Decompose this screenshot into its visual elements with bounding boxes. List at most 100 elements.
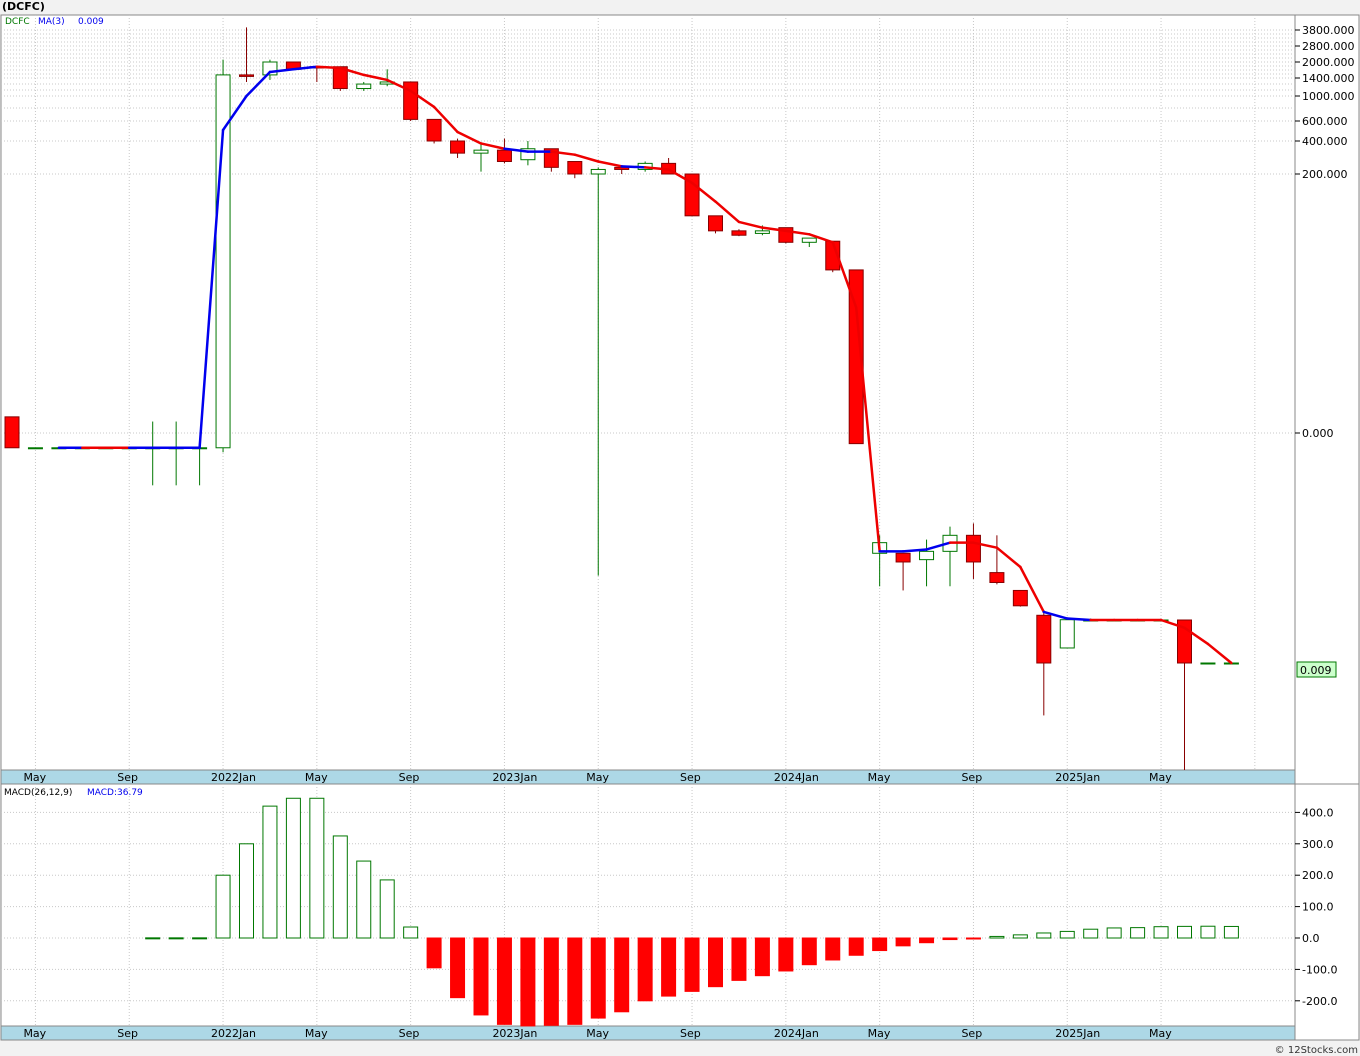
macd-bar	[332, 835, 348, 939]
x-tick-label: Sep	[680, 771, 701, 784]
macd-bar	[1223, 925, 1239, 939]
macd-bar	[520, 937, 536, 1027]
symbol-label: DCFC	[5, 17, 30, 27]
macd-bar	[778, 937, 794, 972]
candle-body	[473, 149, 489, 154]
ma-segment	[620, 165, 647, 169]
macd-bar	[637, 937, 653, 1002]
candle-body	[4, 416, 20, 449]
macd-bar	[473, 937, 489, 1016]
x-tick-label: Sep	[117, 771, 138, 784]
macd-bar	[895, 937, 911, 947]
candle-body	[1059, 619, 1075, 649]
price-y-tick-label: 2800.000	[1302, 40, 1355, 53]
macd-bar	[919, 937, 935, 944]
price-y-tick-label: 3800.000	[1302, 24, 1355, 37]
macd-bar	[614, 937, 630, 1013]
macd-bar	[145, 937, 161, 940]
macd-y-tick-label: 300.0	[1302, 838, 1334, 851]
x-tick-label: Sep	[117, 1027, 138, 1040]
macd-bar	[285, 797, 301, 939]
candle-body	[590, 168, 606, 175]
x-tick-label: 2025Jan	[1055, 771, 1100, 784]
price-y-tick-label: 1400.000	[1302, 72, 1355, 85]
macd-bar	[379, 879, 395, 939]
macd-bar	[567, 937, 583, 1025]
x-tick-label: 2022Jan	[211, 1027, 256, 1040]
x-tick-label: May	[1149, 1027, 1172, 1040]
macd-bar	[848, 937, 864, 956]
candle-body	[356, 83, 372, 90]
candle-body	[496, 149, 512, 163]
macd-bar	[426, 937, 442, 969]
macd-bar	[989, 935, 1005, 939]
x-tick-label: May	[868, 1027, 891, 1040]
macd-bar	[1130, 927, 1146, 939]
ma-segment	[315, 65, 342, 70]
candle-body	[1012, 589, 1028, 607]
macd-bar	[1106, 927, 1122, 939]
candle-body	[965, 534, 981, 563]
ma-value: 0.009	[78, 17, 104, 27]
chart-svg: 3800.000 2800.000 2000.000 1400.000 1000.000…	[0, 14, 1360, 1041]
x-tick-label: Sep	[680, 1027, 701, 1040]
macd-bar	[1059, 930, 1075, 939]
macd-bar	[1177, 925, 1192, 939]
x-tick-label: 2024Jan	[774, 771, 819, 784]
macd-y-tick-label: -200.0	[1302, 995, 1337, 1008]
macd-bar	[1012, 934, 1028, 939]
macd-bar	[215, 874, 231, 939]
macd-bar	[1036, 932, 1052, 939]
macd-bar	[168, 937, 184, 940]
macd-bar	[496, 937, 512, 1025]
macd-y-tick-label: 100.0	[1302, 901, 1334, 914]
candle-body	[426, 118, 442, 142]
candle-body	[989, 572, 1005, 583]
candle-body	[919, 550, 935, 561]
candle-body	[731, 230, 747, 236]
x-tick-label: May	[305, 771, 328, 784]
x-tick-label: May	[23, 1027, 46, 1040]
candle-body	[450, 140, 466, 154]
macd-bar	[825, 937, 841, 961]
candle-body	[801, 237, 817, 243]
macd-y-tick-label: 200.0	[1302, 869, 1334, 882]
macd-bar	[356, 860, 372, 939]
macd-bar	[403, 926, 419, 939]
x-tick-label: Sep	[399, 771, 420, 784]
x-tick-label: May	[586, 1027, 609, 1040]
macd-axis-bar	[0, 1025, 1296, 1041]
x-tick-label: May	[305, 1027, 328, 1040]
candle-body	[239, 74, 254, 77]
macd-bar	[262, 805, 278, 939]
macd-bar	[590, 937, 606, 1019]
macd-bar	[192, 937, 208, 940]
candle-body	[1200, 662, 1216, 665]
price-y-tick-label: 400.000	[1302, 135, 1348, 148]
macd-bar	[450, 937, 466, 999]
ma-label: MA(3)	[38, 17, 65, 27]
price-y-tick-label: 600.000	[1302, 115, 1348, 128]
x-tick-label: Sep	[961, 1027, 982, 1040]
price-axis-bar	[0, 769, 1296, 785]
macd-bar	[965, 937, 981, 940]
price-y-tick-label: 200.000	[1302, 168, 1348, 181]
candle-body	[895, 552, 911, 563]
price-panel	[0, 14, 1296, 771]
ma-segment	[1066, 617, 1092, 622]
macd-bar	[872, 937, 888, 952]
macd-bar	[239, 843, 254, 939]
macd-bar	[684, 937, 700, 992]
price-y-tick-label: 0.000	[1302, 427, 1334, 440]
x-tick-label: 2025Jan	[1055, 1027, 1100, 1040]
x-tick-label: 2024Jan	[774, 1027, 819, 1040]
macd-bar	[801, 937, 817, 966]
macd-value: MACD:36.79	[87, 788, 143, 798]
macd-label: MACD(26,12,9)	[4, 788, 72, 798]
macd-y-tick-label: 0.0	[1302, 932, 1320, 945]
x-tick-label: May	[23, 771, 46, 784]
macd-bar	[1153, 926, 1169, 939]
macd-bar	[942, 937, 958, 941]
price-y-tick-label: 1000.000	[1302, 90, 1355, 103]
x-tick-label: May	[868, 771, 891, 784]
